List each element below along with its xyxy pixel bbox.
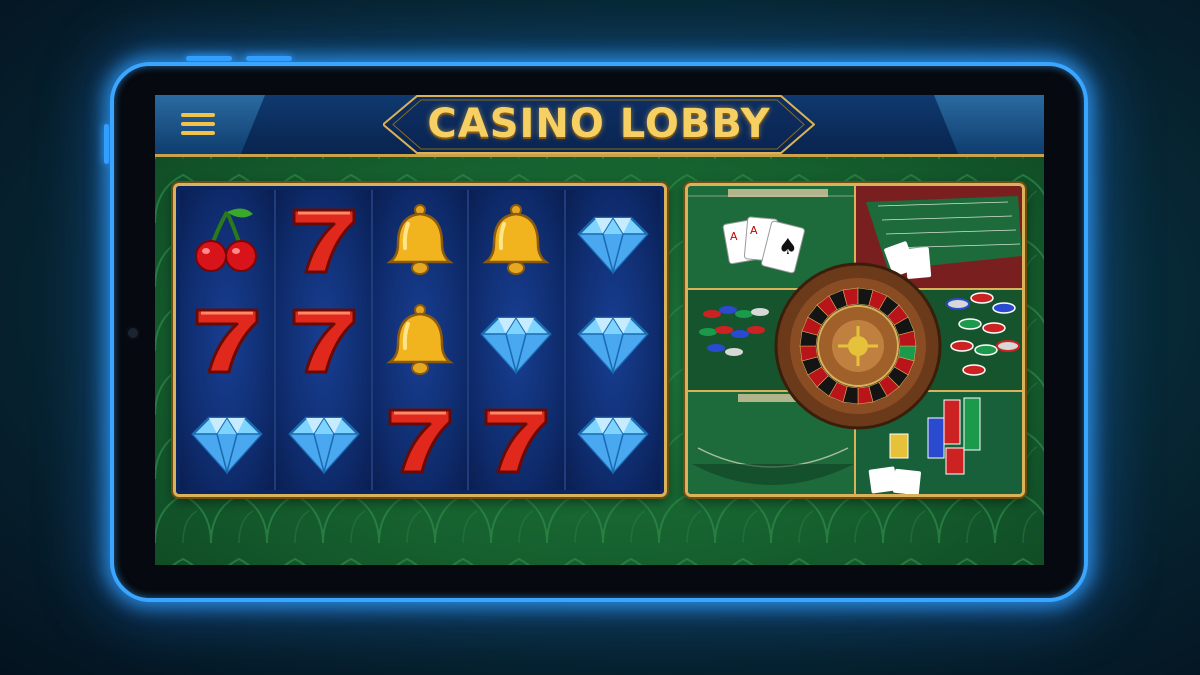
header-bar: CASINO LOBBY <box>155 95 1044 157</box>
table-games-collage: A A ♠ <box>688 186 1022 494</box>
game-screen: CASINO LOBBY A A ♠ <box>155 95 1044 565</box>
volume-button-top-2 <box>246 56 292 61</box>
header-wing-right <box>934 95 1044 154</box>
table-games-panel[interactable]: A A ♠ <box>685 183 1025 497</box>
svg-text:A: A <box>750 224 758 237</box>
page-title: CASINO LOBBY <box>427 101 771 147</box>
slot-reel-1 <box>180 190 277 490</box>
menu-button[interactable] <box>177 108 221 142</box>
power-button <box>104 124 109 164</box>
diamond-icon <box>570 297 656 383</box>
cherry-icon <box>184 197 270 283</box>
roulette-wheel-icon[interactable] <box>774 262 942 430</box>
bell-icon <box>473 197 559 283</box>
bell-icon <box>377 197 463 283</box>
hamburger-line <box>181 122 215 126</box>
bell-icon <box>377 297 463 383</box>
slot-reel-2 <box>276 190 373 490</box>
seven-icon <box>377 397 463 483</box>
hamburger-menu-icon <box>181 113 215 117</box>
seven-icon <box>281 297 367 383</box>
front-camera <box>126 326 140 340</box>
seven-icon <box>473 397 559 483</box>
diamond-icon <box>570 197 656 283</box>
hamburger-line <box>181 131 215 135</box>
svg-text:A: A <box>730 230 738 243</box>
diamond-icon <box>473 297 559 383</box>
volume-button-top <box>186 56 232 61</box>
diamond-icon <box>570 397 656 483</box>
seven-icon <box>281 197 367 283</box>
svg-text:♠: ♠ <box>778 235 798 260</box>
diamond-icon <box>281 397 367 483</box>
diamond-icon <box>184 397 270 483</box>
slot-reel-5 <box>565 190 661 490</box>
slot-machine-panel[interactable] <box>173 183 667 497</box>
seven-icon <box>184 297 270 383</box>
slot-reel-3 <box>372 190 470 490</box>
slot-reel-4 <box>469 190 566 490</box>
